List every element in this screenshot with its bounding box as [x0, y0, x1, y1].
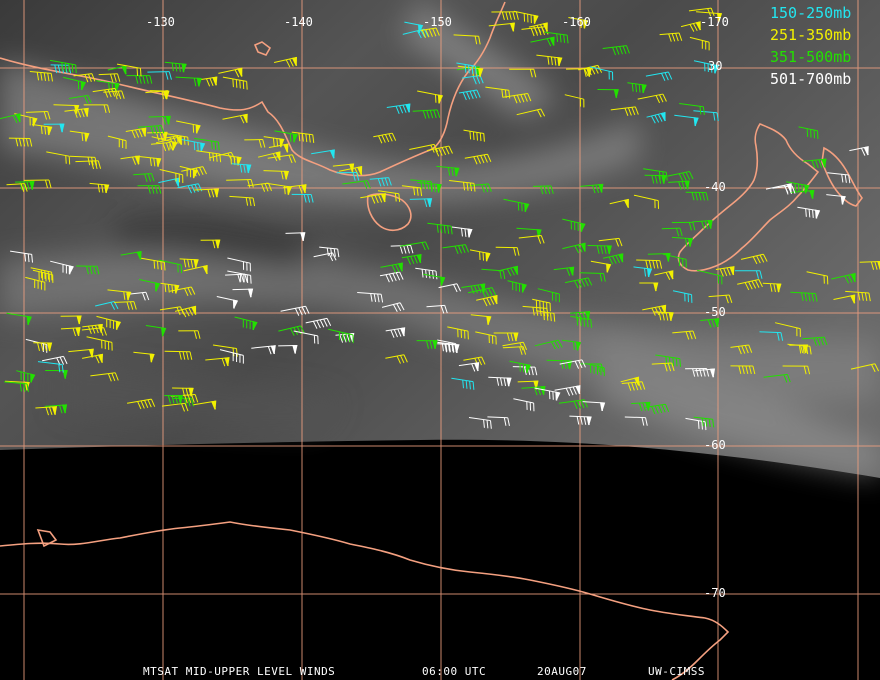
legend-351-500mb: 351-500mb: [770, 48, 852, 66]
longitude-label-160: -160: [562, 15, 591, 29]
map-canvas: [0, 0, 880, 680]
latitude-label-60: -60: [704, 438, 726, 452]
latitude-label-50: -50: [704, 305, 726, 319]
footer-date: 20AUG07: [537, 665, 587, 678]
latitude-label-30: 30: [708, 59, 723, 73]
legend-251-350mb: 251-350mb: [770, 26, 852, 44]
longitude-label-130: -130: [146, 15, 175, 29]
footer-product: MTSAT MID-UPPER LEVEL WINDS: [143, 665, 336, 678]
footer-credit: UW-CIMSS: [648, 665, 705, 678]
legend-501-700mb: 501-700mb: [770, 70, 852, 88]
legend-150-250mb: 150-250mb: [770, 4, 852, 22]
footer-time: 06:00 UTC: [422, 665, 487, 678]
longitude-label-150: -150: [423, 15, 452, 29]
longitude-label-140: -140: [284, 15, 313, 29]
latitude-label-70: -70: [704, 586, 726, 600]
satellite-wind-map: -130 -140 -150 -160 -170 30 -40 -50 -60 …: [0, 0, 880, 680]
latitude-label-40: -40: [704, 180, 726, 194]
longitude-label-170: -170: [700, 15, 729, 29]
